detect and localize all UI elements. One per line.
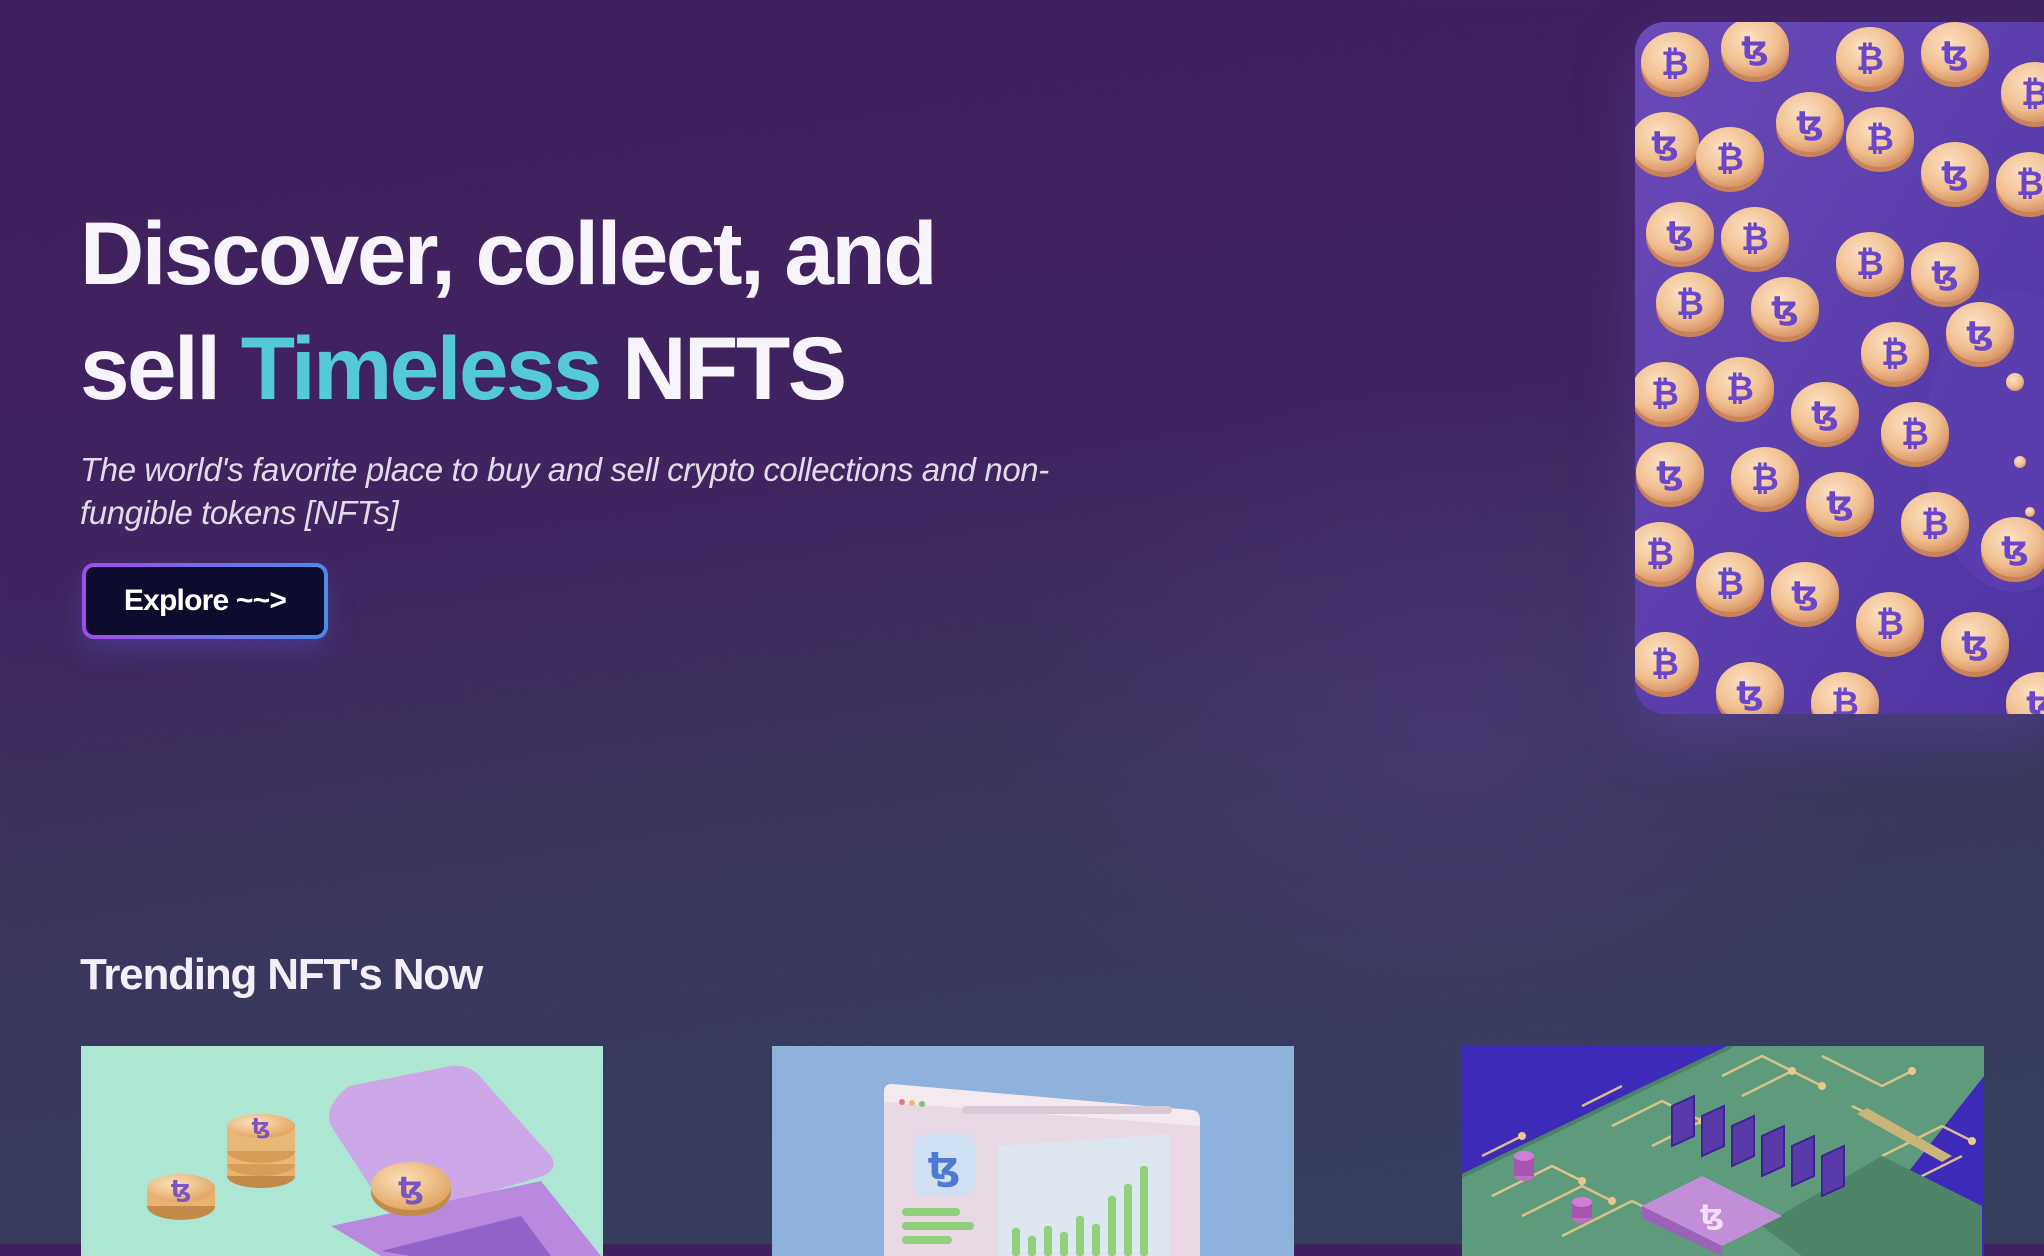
hero-title-line2-start: sell [80,318,241,418]
svg-text:ꜩ: ꜩ [398,1171,424,1206]
trending-card[interactable]: ꜩ [772,1046,1294,1256]
hero-title-accent: Timeless [240,318,603,418]
coins-laptop-image: ꜩ ꜩ ꜩ [81,1046,603,1256]
svg-text:ꜩ: ꜩ [928,1144,961,1188]
trending-card[interactable]: ꜩ [1462,1046,1984,1256]
hero-subtitle: The world's favorite place to buy and se… [80,451,1049,531]
tezos-dashboard-image: ꜩ [772,1046,1294,1256]
trending-heading: Trending NFT's Now [80,950,483,999]
circuit-board-image: ꜩ [1462,1046,1984,1256]
svg-text:ꜩ: ꜩ [171,1175,192,1203]
svg-text:ꜩ: ꜩ [1700,1198,1724,1231]
hero-title-line2-end: NFTS [600,318,847,418]
trending-card[interactable]: ꜩ ꜩ ꜩ [81,1046,603,1256]
crypto-coins-image: ₿ ꜩ [1635,22,2044,714]
hero-title-line1: Discover, collect, and [80,203,938,303]
explore-button[interactable]: Explore ~~> [82,563,328,639]
svg-text:ꜩ: ꜩ [252,1115,271,1140]
hero-title: Discover, collect, and sell Timeless NFTS [80,196,938,426]
